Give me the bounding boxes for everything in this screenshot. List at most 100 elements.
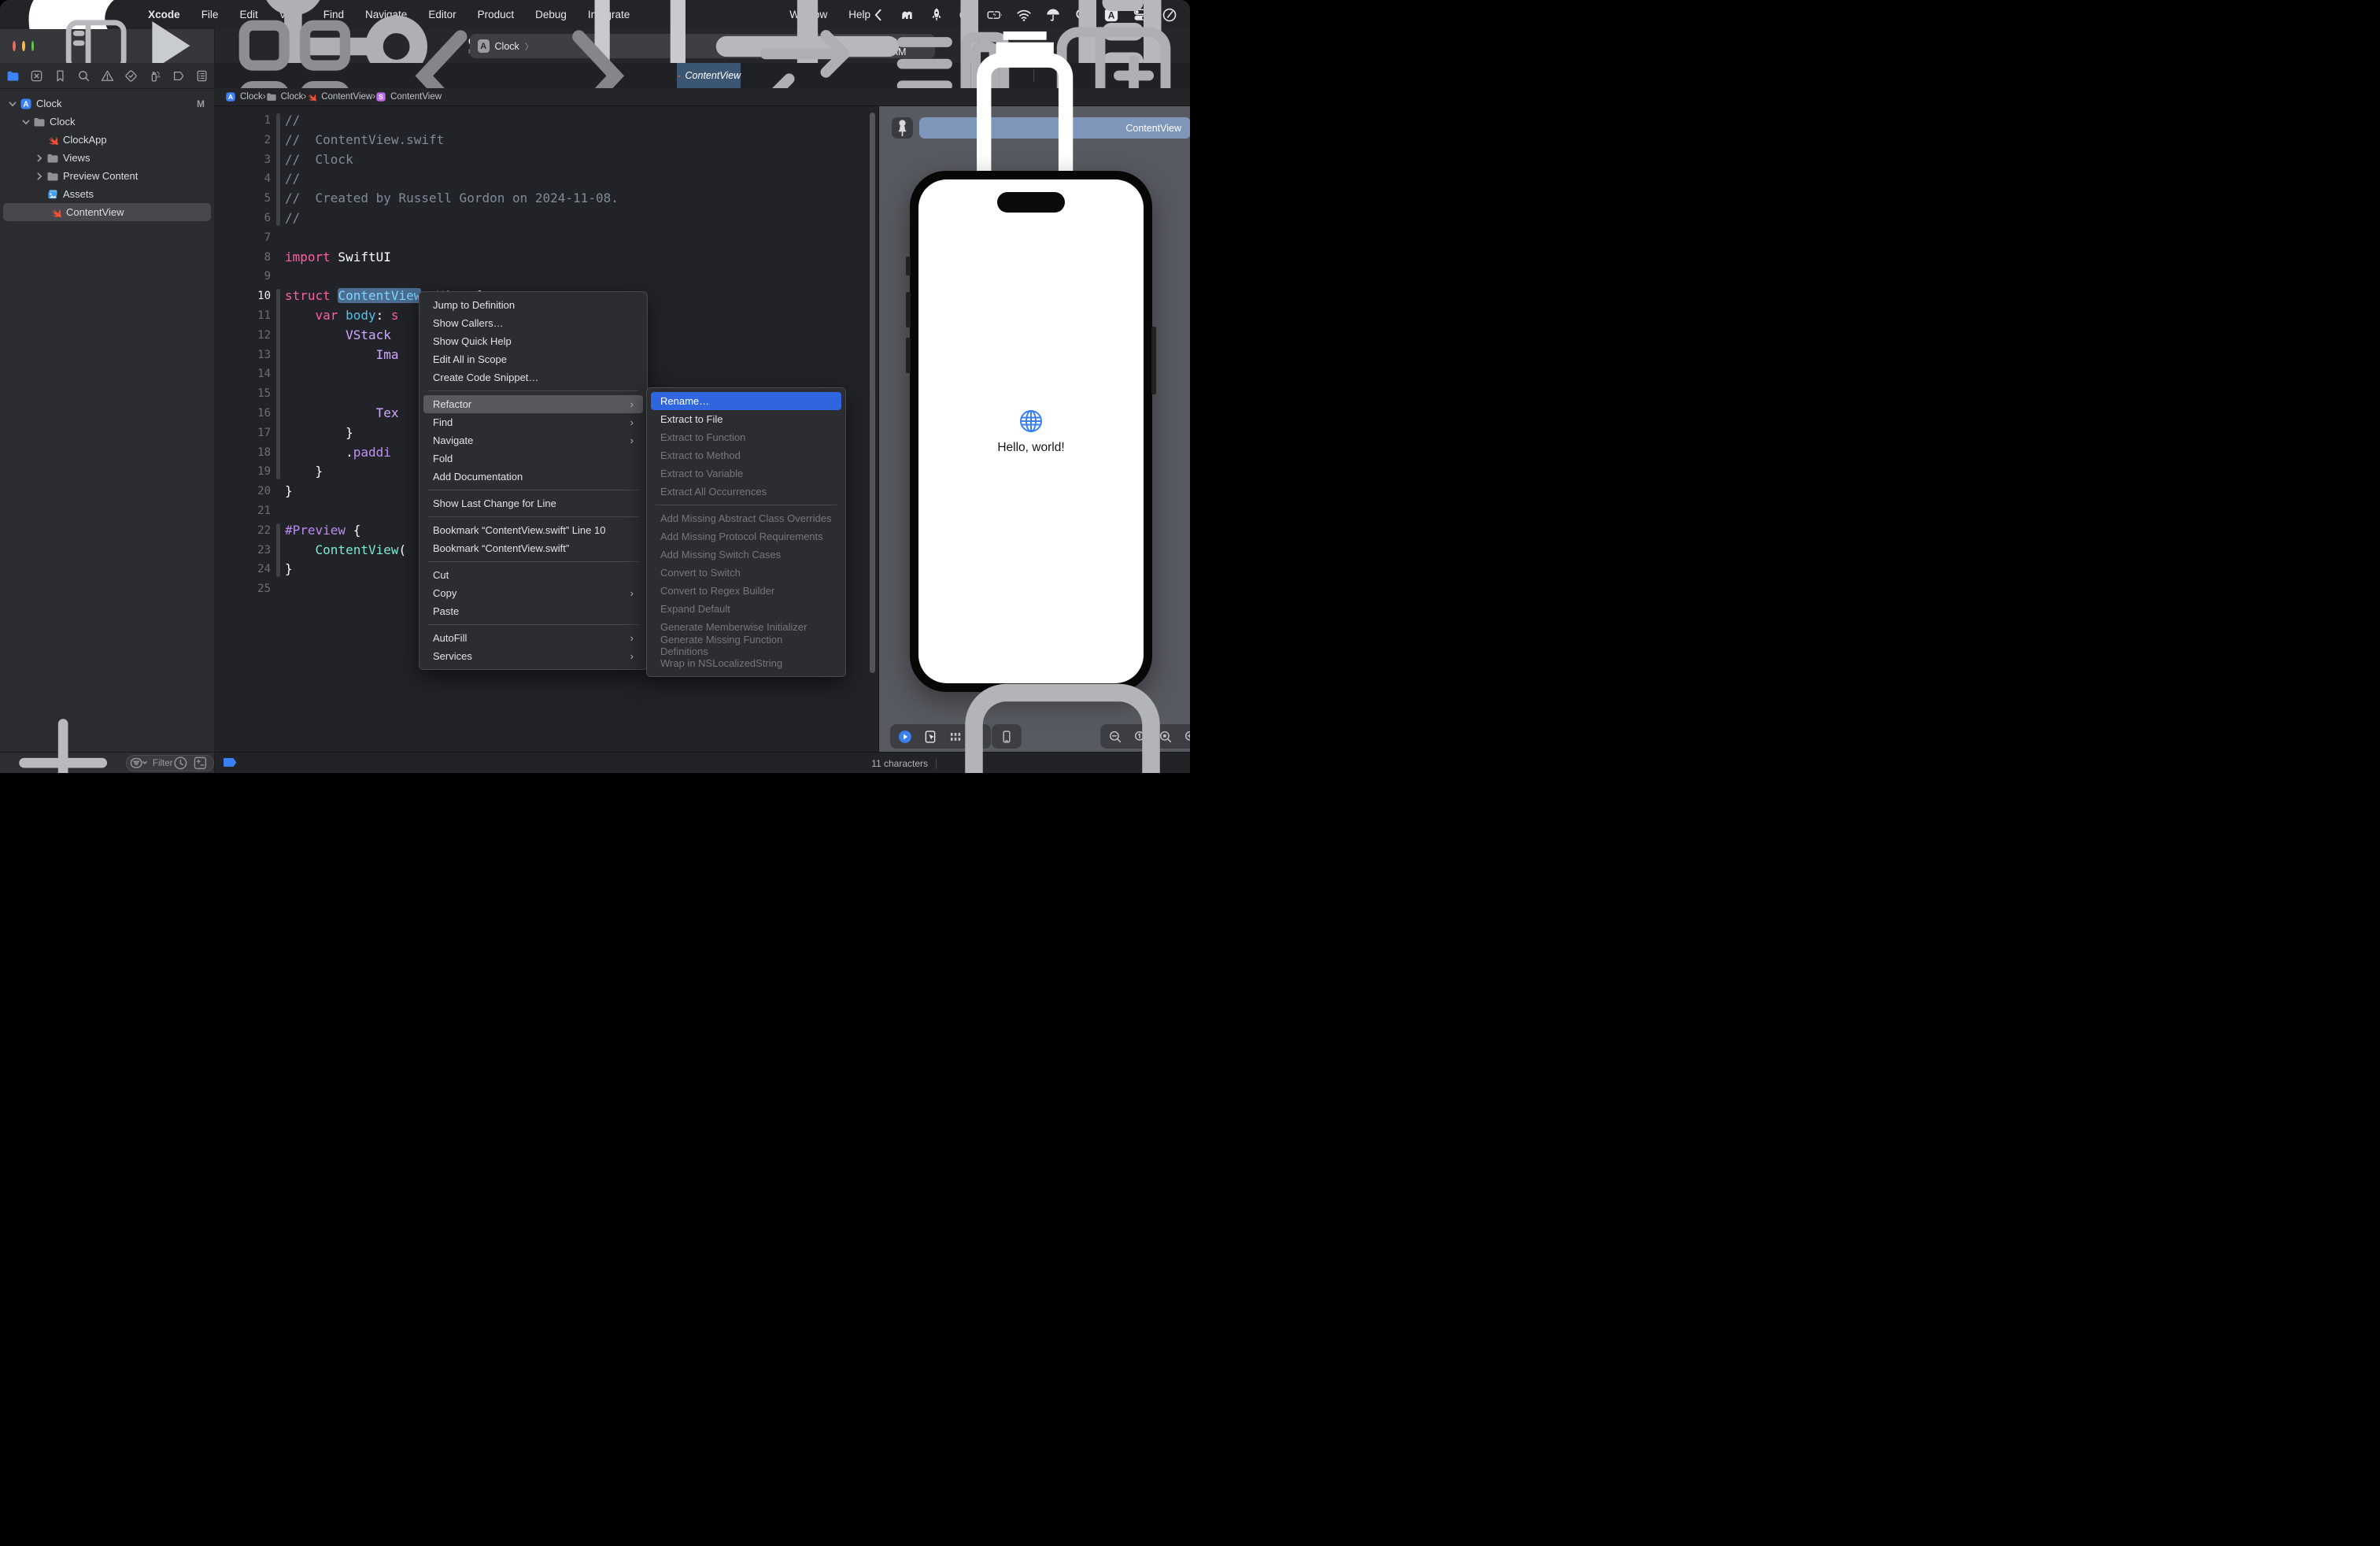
power-button (1151, 327, 1156, 394)
code-line-2[interactable]: 2// ContentView.swift (214, 131, 878, 150)
menu-item-edit-all-in-scope[interactable]: Edit All in Scope (423, 350, 643, 368)
swift-icon (50, 206, 62, 219)
breadcrumb-label: ContentView (321, 92, 372, 102)
close-button[interactable] (13, 41, 16, 51)
source-control-filter-icon[interactable] (192, 755, 209, 771)
code-line-5[interactable]: 5// Created by Russell Gordon on 2024-11… (214, 189, 878, 209)
menu-item-label: Extract to File (660, 413, 722, 425)
menu-item-find[interactable]: Find› (423, 413, 643, 431)
tree-item-clock[interactable]: AClockM (0, 94, 214, 113)
breakpoint-tag-icon[interactable] (224, 758, 237, 767)
preview-tab-pill[interactable]: ContentView (919, 117, 1190, 139)
menu-item-bookmark-contentview-swift-line-10[interactable]: Bookmark “ContentView.swift” Line 10 (423, 521, 643, 539)
menu-item-label: Cut (433, 569, 449, 581)
code-text: ContentView( (285, 541, 406, 560)
menu-item-rename[interactable]: Rename… (651, 392, 841, 410)
breadcrumb-contentview-2[interactable]: ContentView (306, 91, 372, 102)
code-text: Tex (285, 404, 399, 423)
menu-item-jump-to-definition[interactable]: Jump to Definition (423, 296, 643, 314)
change-ribbon[interactable] (276, 523, 280, 577)
menu-item-show-quick-help[interactable]: Show Quick Help (423, 332, 643, 350)
zoom-in-icon[interactable] (1184, 730, 1190, 744)
code-line-9[interactable]: 9 (214, 267, 878, 287)
zoom-button[interactable] (31, 41, 35, 51)
menu-item-paste[interactable]: Paste (423, 602, 643, 620)
menu-item-extract-to-file[interactable]: Extract to File (651, 410, 841, 428)
line-number: 20 (220, 482, 271, 501)
disclosure-closed-icon[interactable] (35, 153, 44, 163)
menu-item-services[interactable]: Services› (423, 647, 643, 665)
line-number: 9 (220, 267, 271, 287)
change-ribbon[interactable] (276, 289, 280, 479)
menu-item-add-documentation[interactable]: Add Documentation (423, 468, 643, 486)
filter-options-icon[interactable] (130, 754, 148, 772)
tree-item-label: ContentView (66, 206, 124, 218)
code-line-7[interactable]: 7 (214, 228, 878, 248)
menu-separator (428, 390, 638, 391)
menu-item-autofill[interactable]: AutoFill› (423, 629, 643, 647)
menu-item-create-code-snippet[interactable]: Create Code Snippet… (423, 368, 643, 386)
recent-files-icon[interactable] (172, 755, 189, 771)
line-number: 12 (220, 326, 271, 346)
nav-warning-icon[interactable] (101, 69, 114, 83)
menu-item-show-callers[interactable]: Show Callers… (423, 314, 643, 332)
pin-preview-button[interactable] (892, 117, 913, 139)
breadcrumb-contentview-3[interactable]: SContentView (375, 91, 442, 102)
nav-folder-icon[interactable] (6, 69, 20, 83)
nav-debug-icon[interactable] (148, 69, 161, 83)
code-line-1[interactable]: 1// (214, 111, 878, 131)
bottom-panel-toggle-icon[interactable] (944, 645, 1181, 774)
code-line-6[interactable]: 6// (214, 209, 878, 228)
swift-icon (46, 134, 59, 146)
menu-item-copy[interactable]: Copy› (423, 584, 643, 602)
menu-item-cut[interactable]: Cut (423, 566, 643, 584)
menu-item-refactor[interactable]: Refactor› (423, 395, 643, 413)
minimize-button[interactable] (22, 41, 25, 51)
menu-item-label: Convert to Switch (660, 567, 741, 579)
code-line-8[interactable]: 8import SwiftUI (214, 248, 878, 268)
menu-item-label: Generate Missing Function Definitions (660, 634, 832, 657)
menu-item-navigate[interactable]: Navigate› (423, 431, 643, 449)
code-text: } (285, 560, 293, 579)
play-circle-icon[interactable] (898, 730, 912, 744)
breadcrumb-clock-1[interactable]: Clock (266, 91, 304, 102)
add-file-button[interactable] (6, 706, 120, 773)
nav-source-icon[interactable] (30, 69, 43, 83)
tree-item-preview-content[interactable]: Preview Content (0, 167, 214, 185)
tree-item-views[interactable]: Views (0, 149, 214, 167)
tree-item-clock[interactable]: Clock (0, 113, 214, 131)
submenu-arrow-icon: › (630, 416, 634, 428)
menu-item-bookmark-contentview-swift[interactable]: Bookmark “ContentView.swift” (423, 539, 643, 557)
tab-label: ContentView (686, 70, 741, 81)
tree-item-label: Preview Content (63, 170, 138, 182)
menu-item-fold[interactable]: Fold (423, 449, 643, 468)
code-line-3[interactable]: 3// Clock (214, 150, 878, 170)
filter-field[interactable]: Filter (126, 755, 214, 771)
breadcrumb-clock-0[interactable]: AClock (225, 91, 263, 102)
tab-contentview[interactable]: ContentView (677, 63, 741, 88)
pointer-device-icon[interactable] (923, 730, 937, 744)
menu-item-show-last-change-for-line[interactable]: Show Last Change for Line (423, 494, 643, 512)
disclosure-closed-icon[interactable] (35, 172, 44, 181)
menu-item-label: Paste (433, 605, 459, 617)
line-number: 8 (220, 248, 271, 268)
menu-file[interactable]: File (201, 9, 219, 20)
nav-report-icon[interactable] (195, 69, 209, 83)
nav-breakpoint-icon[interactable] (172, 69, 185, 83)
disclosure-open-icon[interactable] (8, 99, 17, 109)
disclosure-open-icon[interactable] (21, 117, 31, 127)
line-number: 24 (220, 560, 271, 579)
breadcrumb-label: ContentView (390, 92, 442, 102)
preview-screen[interactable]: Hello, world! (918, 179, 1144, 683)
tree-item-contentview[interactable]: ContentView (3, 203, 211, 221)
tree-item-assets[interactable]: Assets (0, 185, 214, 203)
menu-item-label: Extract to Method (660, 449, 741, 461)
nav-search-icon[interactable] (77, 69, 91, 83)
change-ribbon[interactable] (276, 113, 280, 226)
tree-item-clockapp[interactable]: ClockApp (0, 131, 214, 149)
nav-test-icon[interactable] (124, 69, 138, 83)
menu-item-convert-to-switch: Convert to Switch (651, 564, 841, 582)
nav-bookmark-icon[interactable] (54, 69, 67, 83)
selected-token: ContentView (338, 288, 421, 303)
code-line-4[interactable]: 4// (214, 169, 878, 189)
